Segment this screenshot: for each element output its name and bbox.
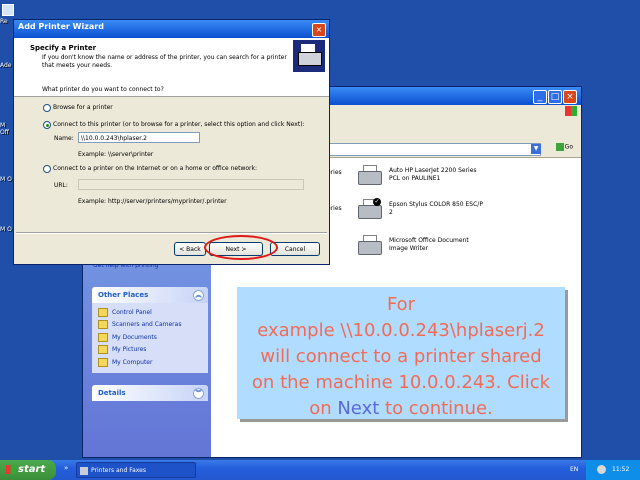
details-header[interactable]: Details ︾ (92, 385, 208, 401)
printer-icon: ✓ (357, 198, 382, 221)
button-separator (16, 232, 327, 234)
tray-network-icon[interactable] (597, 465, 606, 474)
radio-internet-printer[interactable] (43, 165, 51, 173)
default-check-icon: ✓ (373, 198, 381, 206)
go-label: Go (564, 143, 573, 151)
name-example: Example: \\server\printer (78, 151, 154, 158)
recycle-bin-icon (2, 4, 14, 16)
other-places-header[interactable]: Other Places ︽ (92, 287, 208, 303)
maximize-button[interactable]: □ (548, 90, 562, 104)
radio-browse[interactable] (43, 104, 51, 112)
url-input[interactable] (78, 179, 304, 190)
place-my-pictures[interactable]: My Pictures (92, 344, 208, 356)
place-my-computer[interactable]: My Computer (92, 357, 208, 369)
back-button[interactable]: < Back (174, 242, 206, 256)
taskbar-printers-and-faxes[interactable]: Printers and Faxes (76, 462, 196, 478)
place-my-documents[interactable]: My Documents (92, 332, 208, 344)
collapse-chevron-icon[interactable]: ︽ (193, 290, 204, 301)
url-example: Example: http://server/printers/myprinte… (78, 198, 227, 205)
desktop-icon-label: Ade (0, 62, 12, 69)
address-dropdown-icon[interactable]: ▼ (531, 144, 541, 154)
radio-connect-printer-label[interactable]: Connect to this printer (or to browse fo… (53, 121, 305, 128)
radio-internet-printer-label[interactable]: Connect to a printer on the Internet or … (53, 165, 257, 172)
desktop-icon-2[interactable]: Ade (0, 62, 14, 69)
tutorial-callout: For example \\10.0.0.243\hplaserj.2 will… (237, 287, 565, 419)
printer-name-input[interactable]: \\10.0.0.243\hplaser.2 (78, 132, 200, 143)
radio-connect-printer[interactable] (43, 121, 51, 129)
printer-icon (357, 235, 382, 257)
minimize-button[interactable]: _ (533, 90, 547, 104)
printers-folder-icon (80, 467, 88, 475)
printer-wizard-icon (293, 40, 325, 72)
wizard-description: If you don't know the name or address of… (42, 54, 287, 69)
add-printer-wizard-dialog: Add Printer Wizard × Specify a Printer I… (13, 19, 330, 265)
details-title: Details (98, 389, 126, 397)
other-places-title: Other Places (98, 291, 149, 299)
url-label: URL: (54, 182, 68, 189)
close-button[interactable]: × (312, 23, 326, 37)
desktop-icon-5[interactable]: M O (0, 226, 14, 233)
place-scanners-cameras[interactable]: Scanners and Cameras (92, 319, 208, 331)
desktop-icon-4[interactable]: M O (0, 176, 14, 183)
go-arrow-icon (555, 143, 564, 151)
go-button[interactable]: Go (555, 143, 573, 151)
folder-icon (98, 345, 108, 355)
callout-line: on Next to continue. (309, 398, 493, 419)
desktop-icon-label: M Off (0, 122, 9, 136)
folder-icon (98, 332, 108, 342)
scanner-icon (98, 320, 108, 330)
name-label: Name: (54, 135, 74, 142)
desktop-icon-label: M O (0, 176, 12, 183)
computer-icon (98, 357, 108, 367)
windows-flag-icon (6, 464, 15, 474)
callout-line: example \\10.0.0.243\hplaserj.2 (257, 320, 545, 341)
callout-line: on the machine 10.0.0.243. Click (251, 372, 551, 393)
wizard-title: Add Printer Wizard (18, 22, 104, 31)
question-label: What printer do you want to connect to? (42, 86, 164, 93)
control-panel-icon (98, 308, 108, 317)
close-button[interactable]: × (563, 90, 577, 104)
desktop-icon-label: M O (0, 226, 12, 233)
next-highlight-ring (204, 235, 278, 260)
clock: 11:52 (612, 466, 630, 473)
language-indicator[interactable]: EN (570, 466, 578, 473)
callout-line: will connect to a printer shared (260, 346, 542, 367)
radio-browse-label[interactable]: Browse for a printer (53, 104, 113, 111)
wizard-heading: Specify a Printer (30, 44, 97, 52)
callout-highlight: Next (337, 398, 380, 419)
taskbar: start » Printers and Faxes EN 11:52 (0, 460, 640, 480)
details-panel: Details ︾ (92, 385, 208, 401)
desktop-icon-recycle-bin[interactable]: Re (0, 4, 14, 25)
quick-launch-chevron-icon[interactable]: » (64, 464, 68, 472)
printer-icon (357, 165, 382, 187)
desktop-icon-label: Re (0, 18, 8, 25)
wizard-title-bar[interactable]: Add Printer Wizard × (14, 20, 329, 38)
windows-logo-icon (565, 106, 577, 116)
expand-chevron-icon[interactable]: ︾ (193, 388, 204, 399)
desktop-icon-3[interactable]: M Off (0, 122, 14, 136)
place-control-panel[interactable]: Control Panel (92, 307, 208, 319)
other-places-panel: Other Places ︽ Control Panel Scanners an… (92, 287, 208, 373)
callout-line: For (386, 294, 416, 315)
start-button[interactable]: start (0, 460, 56, 480)
